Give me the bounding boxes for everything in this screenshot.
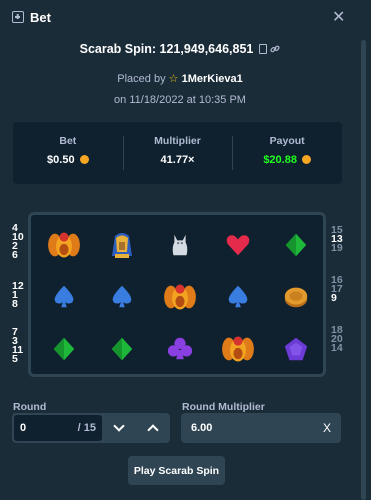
symbol-purple-gem	[271, 324, 321, 374]
placed-by: Placed by ☆ 1MerKieva1	[0, 72, 360, 85]
round-increment-button[interactable]	[136, 413, 170, 443]
round-value: 0	[20, 422, 27, 434]
round-multiplier-value: 6.00	[191, 422, 213, 434]
symbol-cat-statue	[155, 220, 205, 270]
payline-number: 19	[331, 242, 343, 254]
slot-board	[28, 212, 326, 377]
symbol-spade	[97, 272, 147, 322]
symbol-coin	[271, 272, 321, 322]
spade-icon	[228, 285, 248, 308]
symbol-green-gem	[39, 324, 89, 374]
stat-payout: Payout $20.88	[232, 122, 342, 184]
payline-number: 5	[12, 353, 18, 365]
green-gem-icon	[53, 337, 75, 361]
multiplier-label: Multiplier	[154, 135, 201, 147]
round-multiplier-field[interactable]: 6.00 X	[181, 413, 341, 443]
round-total: / 15	[77, 422, 96, 434]
bet-date: on 11/18/2022 at 10:35 PM	[114, 94, 246, 106]
green-gem-icon	[285, 233, 307, 257]
symbol-pharaoh	[97, 220, 147, 270]
symbol-green-gem	[97, 324, 147, 374]
game-title: Scarab Spin: 121,949,646,851	[0, 42, 360, 56]
paylines-left-bottom: 7 3 11 5	[12, 327, 23, 365]
symbol-club	[155, 324, 205, 374]
purple-gem-icon	[284, 337, 308, 361]
bet-value-row: $0.50	[13, 154, 123, 166]
bet-value: $0.50	[47, 154, 75, 166]
scarab-icon	[48, 232, 80, 258]
stat-multiplier: Multiplier 41.77×	[122, 122, 233, 184]
chevron-down-icon	[113, 420, 125, 432]
multiplier-value: 41.77×	[160, 154, 195, 166]
symbol-spade	[39, 272, 89, 322]
placed-by-prefix: Placed by	[117, 73, 166, 85]
header: Bet ✕	[0, 0, 371, 34]
round-input[interactable]: 0 / 15	[14, 415, 102, 441]
paylines-left-middle: 12 1 8	[12, 281, 24, 310]
scarab-icon	[222, 336, 254, 362]
game-title-text: Scarab Spin: 121,949,646,851	[79, 42, 254, 56]
stat-bet: Bet $0.50	[13, 122, 123, 184]
green-gem-icon	[111, 337, 133, 361]
paylines-right-bottom: 18 20 14	[331, 325, 343, 354]
round-field: 0 / 15	[12, 413, 170, 443]
paylines-right-top: 15 13 19	[331, 225, 343, 254]
spade-icon	[112, 285, 132, 308]
payline-number: 9	[331, 292, 337, 304]
link-icon[interactable]	[270, 44, 280, 54]
paylines-left-top: 4 10 2 6	[12, 223, 24, 261]
round-multiplier-label: Round Multiplier	[182, 401, 265, 413]
clear-icon[interactable]: X	[323, 421, 331, 435]
round-decrement-button[interactable]	[102, 413, 136, 443]
play-button[interactable]: Play Scarab Spin	[128, 456, 225, 485]
round-label: Round	[13, 401, 47, 413]
club-icon	[167, 337, 193, 360]
payout-value-row: $20.88	[232, 154, 342, 166]
payline-number: 8	[12, 298, 18, 310]
spade-icon	[54, 285, 74, 308]
pharaoh-icon	[112, 233, 132, 258]
scrollbar[interactable]	[361, 40, 366, 500]
header-title: Bet	[30, 10, 51, 25]
close-icon[interactable]: ✕	[332, 7, 345, 27]
symbol-scarab	[155, 272, 205, 322]
payout-value: $20.88	[263, 154, 297, 166]
coin-symbol-icon	[284, 287, 308, 308]
paylines-right-middle: 16 17 9	[331, 275, 343, 304]
payout-label: Payout	[269, 135, 305, 147]
heart-icon	[226, 235, 250, 256]
bet-label: Bet	[59, 135, 77, 147]
symbol-scarab	[39, 220, 89, 270]
cat-statue-icon	[172, 234, 188, 256]
scarab-icon	[164, 284, 196, 310]
coin-icon	[79, 155, 89, 164]
symbol-scarab	[213, 324, 263, 374]
payline-number: 14	[331, 342, 343, 354]
bet-icon	[12, 11, 24, 23]
chevron-up-icon	[147, 424, 159, 436]
symbol-spade	[213, 272, 263, 322]
payline-number: 6	[12, 249, 18, 261]
coin-icon	[302, 155, 312, 164]
symbol-green-gem	[271, 220, 321, 270]
username-link[interactable]: 1MerKieva1	[182, 73, 243, 85]
symbol-heart	[213, 220, 263, 270]
star-icon: ☆	[168, 73, 179, 85]
stats-panel: Bet $0.50 Multiplier 41.77× Payout $20.8…	[13, 122, 342, 184]
copy-icon[interactable]	[259, 44, 268, 54]
